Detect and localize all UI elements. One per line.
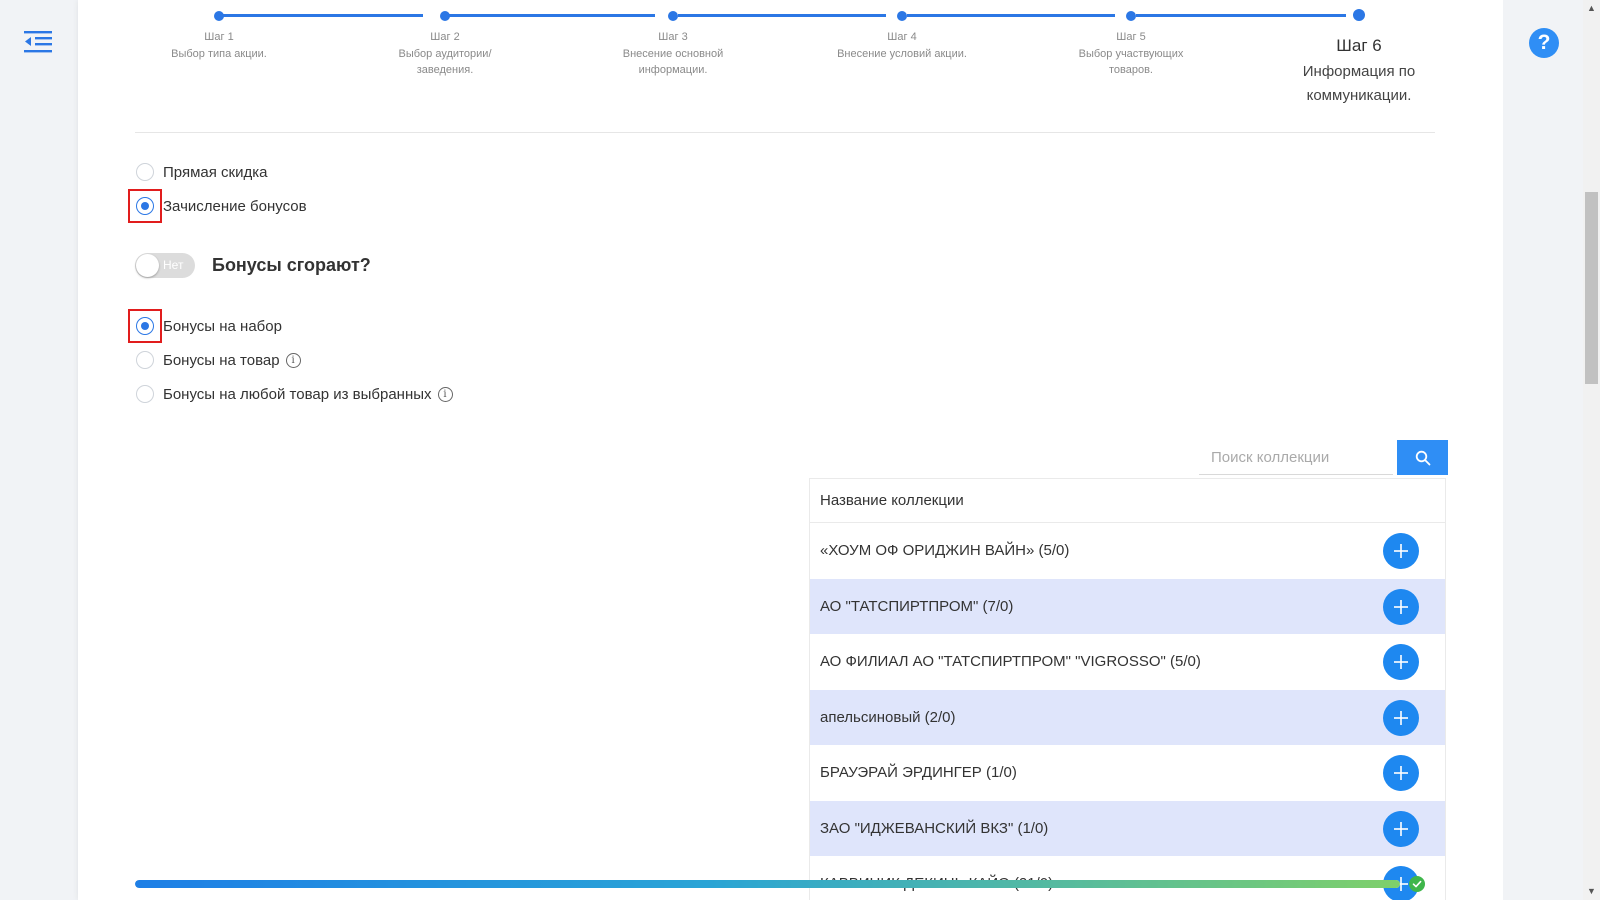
plus-icon bbox=[1394, 766, 1408, 780]
table-row: «ХОУМ ОФ ОРИДЖИН ВАЙН» (5/0) bbox=[810, 523, 1445, 579]
table-row: БРАУЭРАЙ ЭРДИНГЕР (1/0) bbox=[810, 745, 1445, 801]
step-dot-1[interactable] bbox=[214, 11, 224, 21]
step-5[interactable]: Шаг 5 Выбор участвующих товаров. bbox=[1046, 31, 1216, 78]
radio-bonus-set[interactable]: Бонусы на набор bbox=[128, 309, 282, 343]
step-title: Шаг 2 bbox=[430, 31, 460, 43]
radio-label: Бонусы на товар bbox=[163, 351, 280, 369]
page-scrollbar[interactable]: ▲ ▼ bbox=[1583, 0, 1600, 900]
step-description: Внесение условий акции. bbox=[837, 48, 967, 60]
bonus-burn-label: Бонусы сгорают? bbox=[212, 255, 371, 275]
step-connector bbox=[447, 14, 655, 17]
add-collection-button[interactable] bbox=[1383, 755, 1419, 791]
step-title: Шаг 3 bbox=[658, 31, 688, 43]
collection-search-input[interactable] bbox=[1199, 440, 1393, 475]
step-dot-2[interactable] bbox=[440, 11, 450, 21]
radio-label: Бонусы на любой товар из выбранных bbox=[163, 385, 432, 403]
plus-icon bbox=[1394, 599, 1408, 614]
toggle-state-text: Нет bbox=[163, 258, 184, 272]
radio-wrap-highlighted[interactable] bbox=[128, 309, 162, 343]
collection-name: БРАУЭРАЙ ЭРДИНГЕР (1/0) bbox=[820, 764, 1017, 782]
step-2[interactable]: Шаг 2 Выбор аудитории/заведения. bbox=[360, 31, 530, 78]
radio-button[interactable] bbox=[136, 385, 154, 403]
add-collection-button[interactable] bbox=[1383, 810, 1419, 847]
radio-label: Прямая скидка bbox=[163, 163, 268, 181]
radio-label: Бонусы на набор bbox=[163, 317, 282, 335]
progress-fill bbox=[135, 880, 1400, 888]
left-sidebar bbox=[0, 0, 78, 900]
radio-button-checked[interactable] bbox=[136, 317, 154, 335]
collections-table: Название коллекции «ХОУМ ОФ ОРИДЖИН ВАЙН… bbox=[809, 478, 1446, 900]
toggle-knob bbox=[136, 254, 159, 277]
search-icon bbox=[1415, 450, 1430, 465]
plus-icon bbox=[1394, 710, 1408, 725]
step-connector bbox=[1136, 14, 1346, 17]
plus-icon bbox=[1394, 655, 1408, 669]
step-connector bbox=[907, 14, 1115, 17]
divider bbox=[135, 132, 1435, 133]
info-icon[interactable]: i bbox=[437, 386, 453, 402]
radio-direct-discount[interactable]: Прямая скидка bbox=[133, 160, 267, 184]
search-button[interactable] bbox=[1397, 440, 1448, 475]
collection-name: апельсиновый (2/0) bbox=[820, 708, 956, 726]
radio-wrap[interactable] bbox=[133, 382, 157, 406]
table-row: ЗАО "ИДЖЕВАНСКИЙ ВКЗ" (1/0) bbox=[810, 800, 1445, 856]
step-6-active[interactable]: Шаг 6 Информация по коммуникации. bbox=[1274, 33, 1444, 108]
step-3[interactable]: Шаг 3 Внесение основной информации. bbox=[588, 31, 758, 78]
scroll-down-arrow-icon[interactable]: ▼ bbox=[1583, 883, 1600, 900]
radio-bonus-any-product[interactable]: Бонусы на любой товар из выбранных i bbox=[133, 382, 453, 406]
plus-icon bbox=[1394, 821, 1408, 836]
table-row: АО ФИЛИАЛ АО "ТАТСПИРТПРОМ" "VIGROSSO" (… bbox=[810, 634, 1445, 690]
step-description: Выбор аудитории/заведения. bbox=[398, 48, 492, 76]
add-collection-button[interactable] bbox=[1383, 588, 1419, 625]
scroll-up-arrow-icon[interactable]: ▲ bbox=[1583, 0, 1600, 17]
add-collection-button[interactable] bbox=[1383, 699, 1419, 736]
help-icon[interactable]: ? bbox=[1529, 28, 1559, 58]
radio-button-checked[interactable] bbox=[136, 197, 154, 215]
check-icon bbox=[1409, 876, 1425, 892]
table-header: Название коллекции bbox=[810, 479, 1445, 523]
step-description: Выбор типа акции. bbox=[171, 48, 267, 60]
radio-label: Зачисление бонусов bbox=[163, 197, 307, 215]
plus-icon bbox=[1394, 544, 1408, 558]
radio-wrap-highlighted[interactable] bbox=[128, 189, 162, 223]
radio-bonus-accrual[interactable]: Зачисление бонусов bbox=[128, 189, 307, 223]
step-description: Внесение основной информации. bbox=[622, 48, 724, 76]
add-collection-button[interactable] bbox=[1383, 533, 1419, 569]
step-1[interactable]: Шаг 1 Выбор типа акции. bbox=[134, 31, 304, 62]
radio-wrap[interactable] bbox=[133, 348, 157, 372]
radio-button[interactable] bbox=[136, 163, 154, 181]
table-row: АО "ТАТСПИРТПРОМ" (7/0) bbox=[810, 578, 1445, 634]
step-dot-5[interactable] bbox=[1126, 11, 1136, 21]
step-dot-3[interactable] bbox=[668, 11, 678, 21]
step-connector bbox=[219, 14, 423, 17]
table-row: КАВВИНИК ДЕКИНЬ КАЙО (21/0) bbox=[810, 856, 1445, 900]
wizard-progress-bar bbox=[135, 880, 1400, 888]
step-dot-6[interactable] bbox=[1353, 9, 1365, 21]
bonus-burn-toggle[interactable]: Нет bbox=[135, 253, 195, 278]
step-connector bbox=[678, 14, 886, 17]
step-description: Информация по коммуникации. bbox=[1302, 63, 1416, 104]
step-dot-4[interactable] bbox=[897, 11, 907, 21]
collection-name: ЗАО "ИДЖЕВАНСКИЙ ВКЗ" (1/0) bbox=[820, 819, 1049, 837]
collection-name: АО ФИЛИАЛ АО "ТАТСПИРТПРОМ" "VIGROSSO" (… bbox=[820, 653, 1201, 671]
add-collection-button[interactable] bbox=[1383, 644, 1419, 680]
radio-button[interactable] bbox=[136, 351, 154, 369]
collection-name: «ХОУМ ОФ ОРИДЖИН ВАЙН» (5/0) bbox=[820, 542, 1070, 560]
collection-name: АО "ТАТСПИРТПРОМ" (7/0) bbox=[820, 597, 1014, 615]
radio-wrap[interactable] bbox=[133, 160, 157, 184]
step-4[interactable]: Шаг 4 Внесение условий акции. bbox=[817, 31, 987, 62]
info-icon[interactable]: i bbox=[285, 352, 301, 368]
step-title: Шаг 5 bbox=[1116, 31, 1146, 43]
step-title: Шаг 4 bbox=[887, 31, 917, 43]
step-description: Выбор участвующих товаров. bbox=[1078, 48, 1184, 76]
menu-collapse-icon[interactable] bbox=[24, 29, 52, 55]
scrollbar-thumb[interactable] bbox=[1585, 192, 1598, 384]
table-row: апельсиновый (2/0) bbox=[810, 689, 1445, 745]
radio-bonus-product[interactable]: Бонусы на товар i bbox=[133, 348, 301, 372]
step-title: Шаг 1 bbox=[204, 31, 234, 43]
step-title: Шаг 6 bbox=[1336, 36, 1382, 55]
wizard-card: Шаг 1 Выбор типа акции. Шаг 2 Выбор ауди… bbox=[78, 0, 1503, 900]
